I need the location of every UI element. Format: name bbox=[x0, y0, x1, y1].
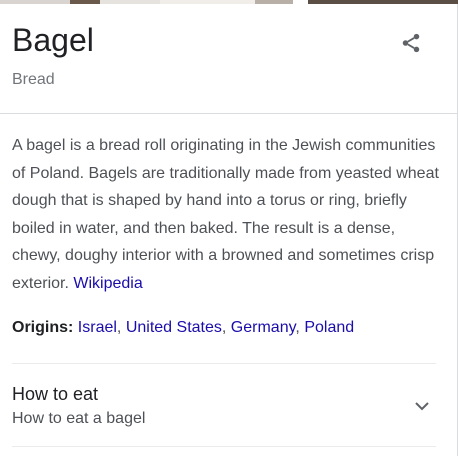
origin-separator: , bbox=[295, 319, 300, 336]
how-to-eat-expander[interactable]: How to eat How to eat a bagel bbox=[0, 370, 457, 442]
section-divider bbox=[12, 363, 436, 364]
how-to-eat-title: How to eat bbox=[12, 384, 99, 404]
panel-title: Bagel bbox=[12, 22, 94, 58]
image-thumbnail-5[interactable] bbox=[255, 0, 293, 4]
origins-label: Origins: bbox=[12, 319, 74, 336]
wikipedia-link[interactable]: Wikipedia bbox=[73, 275, 142, 292]
image-thumbnail-2[interactable] bbox=[70, 0, 100, 4]
origin-separator: , bbox=[116, 319, 122, 336]
origin-link-united-states[interactable]: United States bbox=[126, 319, 222, 336]
origin-link-germany[interactable]: Germany bbox=[231, 319, 296, 336]
origin-link-poland[interactable]: Poland bbox=[304, 319, 354, 336]
header-divider bbox=[0, 113, 457, 114]
section-divider-bottom bbox=[12, 446, 436, 447]
chevron-down-icon[interactable] bbox=[410, 394, 434, 418]
share-button[interactable] bbox=[396, 28, 426, 58]
origin-separator: , bbox=[221, 319, 227, 336]
image-gap bbox=[293, 0, 308, 4]
description-text: A bagel is a bread roll originating in t… bbox=[12, 137, 439, 292]
image-thumbnail-4[interactable] bbox=[160, 0, 255, 4]
image-thumbnail-1[interactable] bbox=[0, 0, 70, 4]
image-strip[interactable] bbox=[0, 0, 458, 4]
origin-link-israel[interactable]: Israel bbox=[78, 319, 117, 336]
origins-row: Origins: Israel, United States, Germany,… bbox=[12, 316, 354, 340]
how-to-eat-subtitle: How to eat a bagel bbox=[12, 410, 146, 427]
description: A bagel is a bread roll originating in t… bbox=[12, 132, 444, 297]
image-thumbnail-3[interactable] bbox=[100, 0, 160, 4]
share-icon bbox=[402, 33, 420, 53]
panel-subtitle: Bread bbox=[12, 71, 55, 88]
image-thumbnail-6[interactable] bbox=[308, 0, 458, 4]
knowledge-panel: Bagel Bread A bagel is a bread roll orig… bbox=[0, 0, 458, 456]
